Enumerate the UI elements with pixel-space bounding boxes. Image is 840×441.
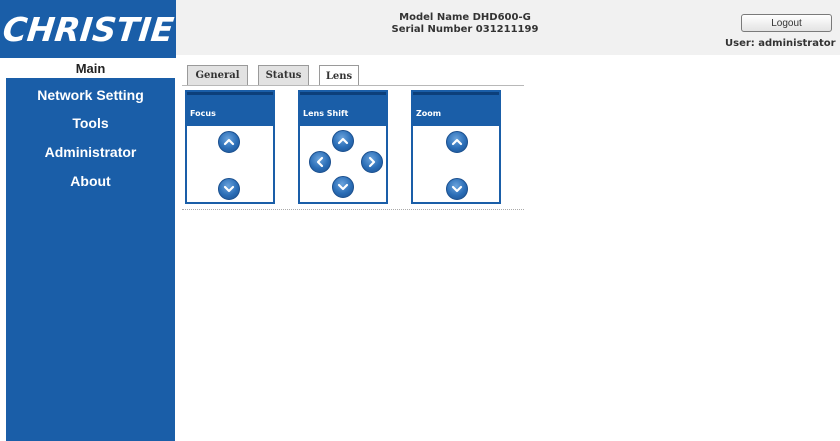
lens-shift-panel: Lens Shift bbox=[298, 90, 388, 204]
sidebar-item-main[interactable]: Main bbox=[6, 58, 175, 78]
arrow-left-icon bbox=[316, 156, 324, 168]
zoom-up-button[interactable] bbox=[446, 131, 468, 153]
arrow-up-icon bbox=[451, 138, 463, 146]
content-divider bbox=[182, 209, 524, 210]
focus-title: Focus bbox=[190, 109, 216, 118]
lens-shift-panel-header: Lens Shift bbox=[300, 92, 386, 126]
zoom-panel: Zoom bbox=[411, 90, 501, 204]
zoom-down-button[interactable] bbox=[446, 178, 468, 200]
tab-status[interactable]: Status bbox=[258, 65, 309, 85]
arrow-down-icon bbox=[223, 185, 235, 193]
sidebar-item-administrator[interactable]: Administrator bbox=[6, 141, 175, 163]
lens-shift-right-button[interactable] bbox=[361, 151, 383, 173]
arrow-up-icon bbox=[337, 137, 349, 145]
focus-panel: Focus bbox=[185, 90, 275, 204]
tab-lens[interactable]: Lens bbox=[319, 65, 359, 86]
arrow-right-icon bbox=[368, 156, 376, 168]
page: CHRISTIE Model Name DHD600-G Serial Numb… bbox=[0, 0, 840, 441]
arrow-down-icon bbox=[451, 185, 463, 193]
arrow-down-icon bbox=[337, 183, 349, 191]
model-info: Model Name DHD600-G Serial Number 031211… bbox=[380, 12, 550, 36]
zoom-title: Zoom bbox=[416, 109, 442, 118]
current-user: User: administrator bbox=[725, 38, 836, 49]
model-name: Model Name DHD600-G bbox=[399, 12, 531, 23]
sidebar-item-about[interactable]: About bbox=[6, 170, 175, 192]
lens-shift-down-button[interactable] bbox=[332, 176, 354, 198]
serial-number: Serial Number 031211199 bbox=[391, 24, 539, 35]
lens-shift-title: Lens Shift bbox=[303, 109, 349, 118]
zoom-panel-header: Zoom bbox=[413, 92, 499, 126]
logo-text: CHRISTIE bbox=[0, 9, 176, 49]
focus-down-button[interactable] bbox=[218, 178, 240, 200]
sidebar-item-tools[interactable]: Tools bbox=[6, 112, 175, 134]
logout-button[interactable]: Logout bbox=[741, 14, 832, 32]
sidebar-item-network-setting[interactable]: Network Setting bbox=[6, 84, 175, 106]
focus-up-button[interactable] bbox=[218, 131, 240, 153]
lens-shift-up-button[interactable] bbox=[332, 130, 354, 152]
focus-panel-header: Focus bbox=[187, 92, 273, 126]
lens-shift-left-button[interactable] bbox=[309, 151, 331, 173]
tab-general[interactable]: General bbox=[187, 65, 248, 85]
tab-divider bbox=[182, 85, 524, 86]
christie-logo: CHRISTIE bbox=[0, 0, 176, 58]
arrow-up-icon bbox=[223, 138, 235, 146]
